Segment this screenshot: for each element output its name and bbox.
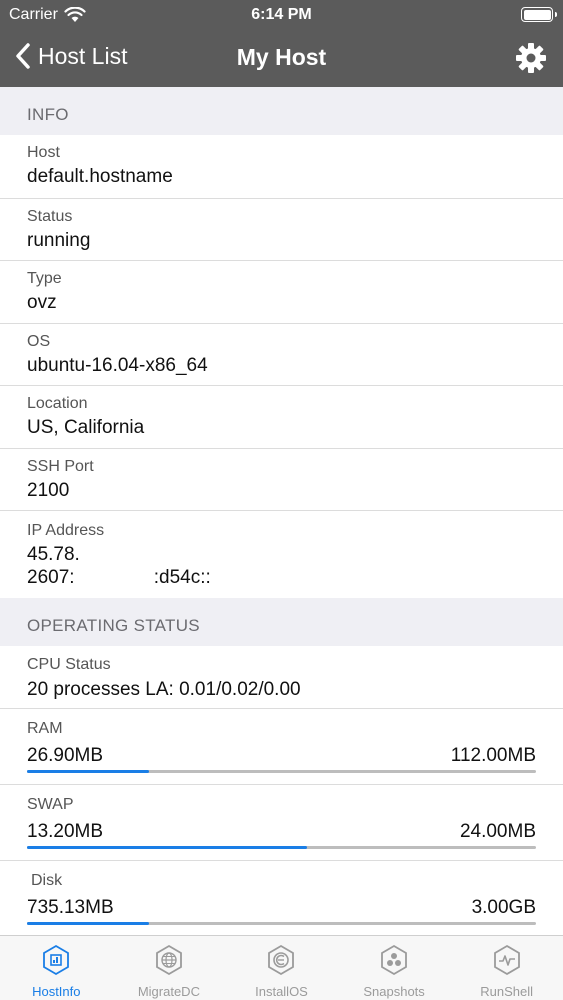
cpu-status-row: CPU Status 20 processes LA: 0.01/0.02/0.… xyxy=(0,646,563,708)
clock: 6:14 PM xyxy=(251,6,312,23)
ssh-port-row: SSH Port 2100 xyxy=(0,447,563,511)
host-label: Host xyxy=(27,144,60,161)
cpu-status-label: CPU Status xyxy=(27,656,111,673)
disk-total-value: 3.00GB xyxy=(471,897,536,918)
location-row: Location US, California xyxy=(0,385,563,448)
swap-row: SWAP 13.20MB 24.00MB xyxy=(0,784,563,860)
disk-progress-bar xyxy=(27,922,536,925)
navigation-bar: Host List My Host xyxy=(0,30,563,87)
host-value: default.hostname xyxy=(27,166,173,187)
tab-hostinfo[interactable]: HostInfo xyxy=(0,936,113,1000)
tab-snapshots[interactable]: Snapshots xyxy=(338,936,451,1000)
shell-icon xyxy=(493,944,520,976)
status-row: Status running xyxy=(0,197,563,261)
section-header-info: INFO xyxy=(0,87,563,135)
disk-used-value: 735.13MB xyxy=(27,897,114,918)
swap-progress-fill xyxy=(27,846,307,849)
location-label: Location xyxy=(27,395,88,412)
disk-label: Disk xyxy=(31,872,63,889)
host-detail-list[interactable]: INFO Host default.hostname Status runnin… xyxy=(0,87,563,935)
ram-total-value: 112.00MB xyxy=(450,745,536,766)
tab-migratedc-label: MigrateDC xyxy=(137,984,200,999)
ram-progress-fill xyxy=(27,770,150,773)
tab-runshell-label: RunShell xyxy=(480,984,534,999)
battery-icon xyxy=(521,7,557,22)
swap-used-value: 13.20MB xyxy=(27,821,104,842)
ssh-port-label: SSH Port xyxy=(27,457,94,475)
ram-used-value: 26.90MB xyxy=(27,745,104,766)
tab-snapshots-label: Snapshots xyxy=(363,984,425,999)
ram-label: RAM xyxy=(27,720,63,737)
status-value: running xyxy=(27,229,91,251)
ipv4-value: 45.78. xyxy=(27,544,80,565)
status-label: Status xyxy=(27,207,73,225)
ip-address-label: IP Address xyxy=(27,522,105,539)
tab-installos[interactable]: InstallOS xyxy=(225,936,338,1000)
type-value: ovz xyxy=(27,292,57,313)
os-label: OS xyxy=(27,332,51,350)
install-icon xyxy=(268,944,295,976)
tab-bar: HostInfo MigrateDC InstallOS Snapshots R… xyxy=(0,935,563,1000)
tab-runshell[interactable]: RunShell xyxy=(450,936,563,1000)
disk-row: Disk 735.13MB 3.00GB xyxy=(0,860,563,935)
globe-icon xyxy=(155,944,182,976)
os-value: ubuntu-16.04-x86_64 xyxy=(27,354,208,376)
swap-total-value: 24.00MB xyxy=(459,821,536,842)
top-bar: Carrier 6:14 PM Host List My Host xyxy=(0,0,563,87)
section-header-operating-status: OPERATING STATUS xyxy=(0,598,563,646)
cpu-status-value: 20 processes LA: 0.01/0.02/0.00 xyxy=(27,679,301,700)
page-title: My Host xyxy=(236,44,327,70)
host-row: Host default.hostname xyxy=(0,135,563,198)
tab-installos-label: InstallOS xyxy=(255,984,308,999)
type-row: Type ovz xyxy=(0,260,563,323)
ip-address-row: IP Address 45.78. 2607: :d54c:: xyxy=(0,510,563,598)
ram-row: RAM 26.90MB 112.00MB xyxy=(0,708,563,784)
snapshots-icon xyxy=(381,944,407,976)
location-value: US, California xyxy=(27,417,145,438)
hostinfo-icon xyxy=(43,944,70,976)
tab-migratedc[interactable]: MigrateDC xyxy=(113,936,226,1000)
disk-progress-fill xyxy=(27,922,150,925)
gear-icon[interactable] xyxy=(515,42,547,74)
type-label: Type xyxy=(27,270,62,287)
ram-progress-bar xyxy=(27,770,536,773)
status-bar: Carrier 6:14 PM xyxy=(0,0,563,30)
ipv6-value: 2607: :d54c:: xyxy=(27,567,211,588)
os-row: OS ubuntu-16.04-x86_64 xyxy=(0,322,563,386)
swap-label: SWAP xyxy=(27,796,74,813)
tab-hostinfo-label: HostInfo xyxy=(32,984,81,999)
swap-progress-bar xyxy=(27,846,536,849)
ssh-port-value: 2100 xyxy=(27,479,70,501)
